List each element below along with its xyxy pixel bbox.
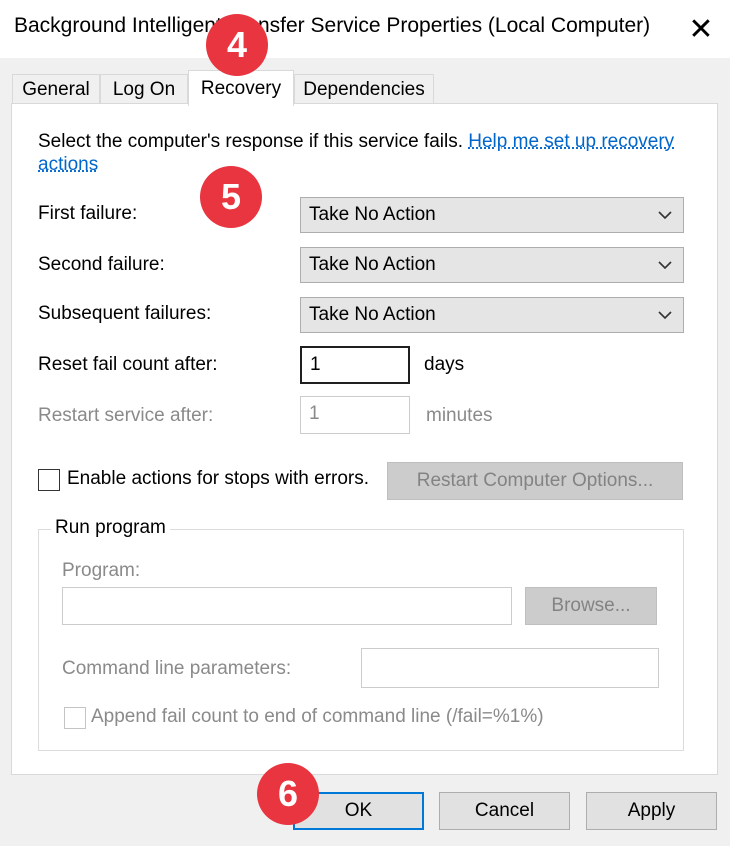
tab-label: General	[22, 78, 90, 100]
subsequent-failures-label: Subsequent failures:	[38, 303, 212, 324]
first-failure-dropdown[interactable]: Take No Action	[300, 197, 684, 233]
annotation-badge-5: 5	[200, 166, 262, 228]
chevron-down-icon	[658, 261, 672, 270]
window-title: Background Intelligent Transfer Service …	[14, 14, 651, 37]
second-failure-value: Take No Action	[309, 254, 436, 275]
close-button[interactable]: ✕	[672, 0, 730, 58]
program-label: Program:	[62, 560, 141, 581]
restart-unit-label: minutes	[426, 405, 493, 426]
reset-fail-count-label: Reset fail count after:	[38, 354, 218, 375]
tab-log-on[interactable]: Log On	[100, 74, 188, 104]
first-failure-value: Take No Action	[309, 204, 436, 225]
tab-dependencies[interactable]: Dependencies	[294, 74, 434, 104]
annotation-badge-6: 6	[257, 763, 319, 825]
chevron-down-icon	[658, 311, 672, 320]
restart-service-label: Restart service after:	[38, 405, 214, 426]
subsequent-failures-value: Take No Action	[309, 304, 436, 325]
enable-actions-label: Enable actions for stops with errors.	[67, 468, 370, 489]
cancel-button[interactable]: Cancel	[439, 792, 570, 830]
title-bar: Background Intelligent Transfer Service …	[0, 0, 730, 58]
first-failure-label: First failure:	[38, 203, 138, 224]
append-fail-count-label: Append fail count to end of command line…	[91, 706, 544, 727]
command-line-params-label: Command line parameters:	[62, 658, 292, 679]
reset-fail-count-input[interactable]: 1	[300, 346, 410, 384]
chevron-down-icon	[658, 211, 672, 220]
enable-actions-checkbox[interactable]	[38, 469, 60, 491]
tab-general[interactable]: General	[12, 74, 100, 104]
second-failure-dropdown[interactable]: Take No Action	[300, 247, 684, 283]
intro-text: Select the computer's response if this s…	[38, 130, 688, 176]
tab-label: Dependencies	[303, 78, 425, 100]
tab-label: Recovery	[200, 77, 282, 99]
recovery-panel: Select the computer's response if this s…	[11, 103, 718, 775]
apply-button[interactable]: Apply	[586, 792, 717, 830]
annotation-badge-4: 4	[206, 14, 268, 76]
intro-description: Select the computer's response if this s…	[38, 131, 469, 152]
command-line-params-input[interactable]	[361, 648, 659, 688]
dialog-footer: OK Cancel Apply	[0, 776, 730, 846]
tab-label: Log On	[112, 78, 176, 100]
close-icon: ✕	[688, 12, 714, 46]
program-input[interactable]	[62, 587, 512, 625]
subsequent-failures-dropdown[interactable]: Take No Action	[300, 297, 684, 333]
run-program-title: Run program	[51, 517, 170, 539]
second-failure-label: Second failure:	[38, 254, 165, 275]
run-program-group: Run program Program: Browse... Command l…	[38, 517, 684, 751]
restart-service-input[interactable]: 1	[300, 396, 410, 434]
restart-computer-options-button[interactable]: Restart Computer Options...	[387, 462, 683, 500]
reset-unit-label: days	[424, 354, 465, 375]
browse-button[interactable]: Browse...	[525, 587, 657, 625]
append-fail-count-checkbox[interactable]	[64, 707, 86, 729]
